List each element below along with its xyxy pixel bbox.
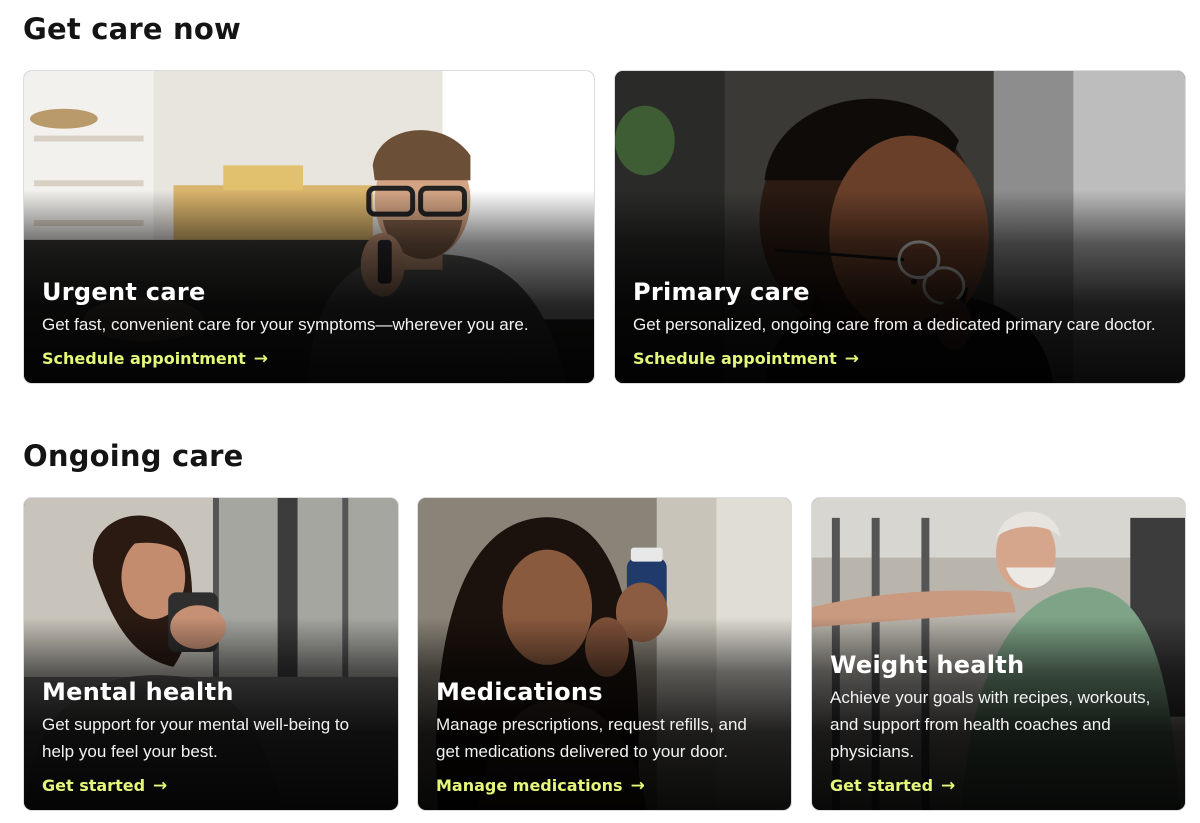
schedule-appointment-link[interactable]: Schedule appointment → <box>633 349 859 369</box>
arrow-right-icon: → <box>153 775 168 796</box>
card-title: Primary care <box>633 277 810 306</box>
card-description: Get personalized, ongoing care from a de… <box>633 314 1156 334</box>
arrow-right-icon: → <box>844 348 860 369</box>
card-description: Manage prescriptions, request refills, a… <box>436 714 747 761</box>
section-title-ongoing-care: Ongoing care <box>23 439 244 473</box>
arrow-right-icon: → <box>630 775 645 796</box>
card-description: Achieve your goals with recipes, workout… <box>830 687 1151 761</box>
card-urgent-care[interactable]: Urgent care Get fast, convenient care fo… <box>23 70 595 384</box>
card-primary-care[interactable]: Primary care Get personalized, ongoing c… <box>614 70 1186 384</box>
schedule-appointment-link[interactable]: Schedule appointment → <box>42 349 268 369</box>
arrow-right-icon: → <box>253 348 269 369</box>
card-title: Medications <box>436 677 603 706</box>
link-label: Manage medications <box>436 776 623 795</box>
card-title: Mental health <box>42 677 234 706</box>
get-started-link[interactable]: Get started → <box>830 776 955 796</box>
section-title-get-care-now: Get care now <box>23 12 242 46</box>
manage-medications-link[interactable]: Manage medications → <box>436 776 645 796</box>
card-mental-health[interactable]: Mental health Get support for your menta… <box>23 497 399 811</box>
link-label: Schedule appointment <box>42 349 246 368</box>
card-title: Weight health <box>830 650 1025 679</box>
link-label: Get started <box>42 776 146 795</box>
card-title: Urgent care <box>42 277 206 306</box>
arrow-right-icon: → <box>941 775 956 796</box>
card-medications[interactable]: Medications Manage prescriptions, reques… <box>417 497 792 811</box>
link-label: Get started <box>830 776 934 795</box>
get-started-link[interactable]: Get started → <box>42 776 167 796</box>
link-label: Schedule appointment <box>633 349 837 368</box>
card-description: Get fast, convenient care for your sympt… <box>42 314 529 334</box>
card-description: Get support for your mental well-being t… <box>42 714 350 761</box>
card-weight-health[interactable]: Weight health Achieve your goals with re… <box>811 497 1186 811</box>
